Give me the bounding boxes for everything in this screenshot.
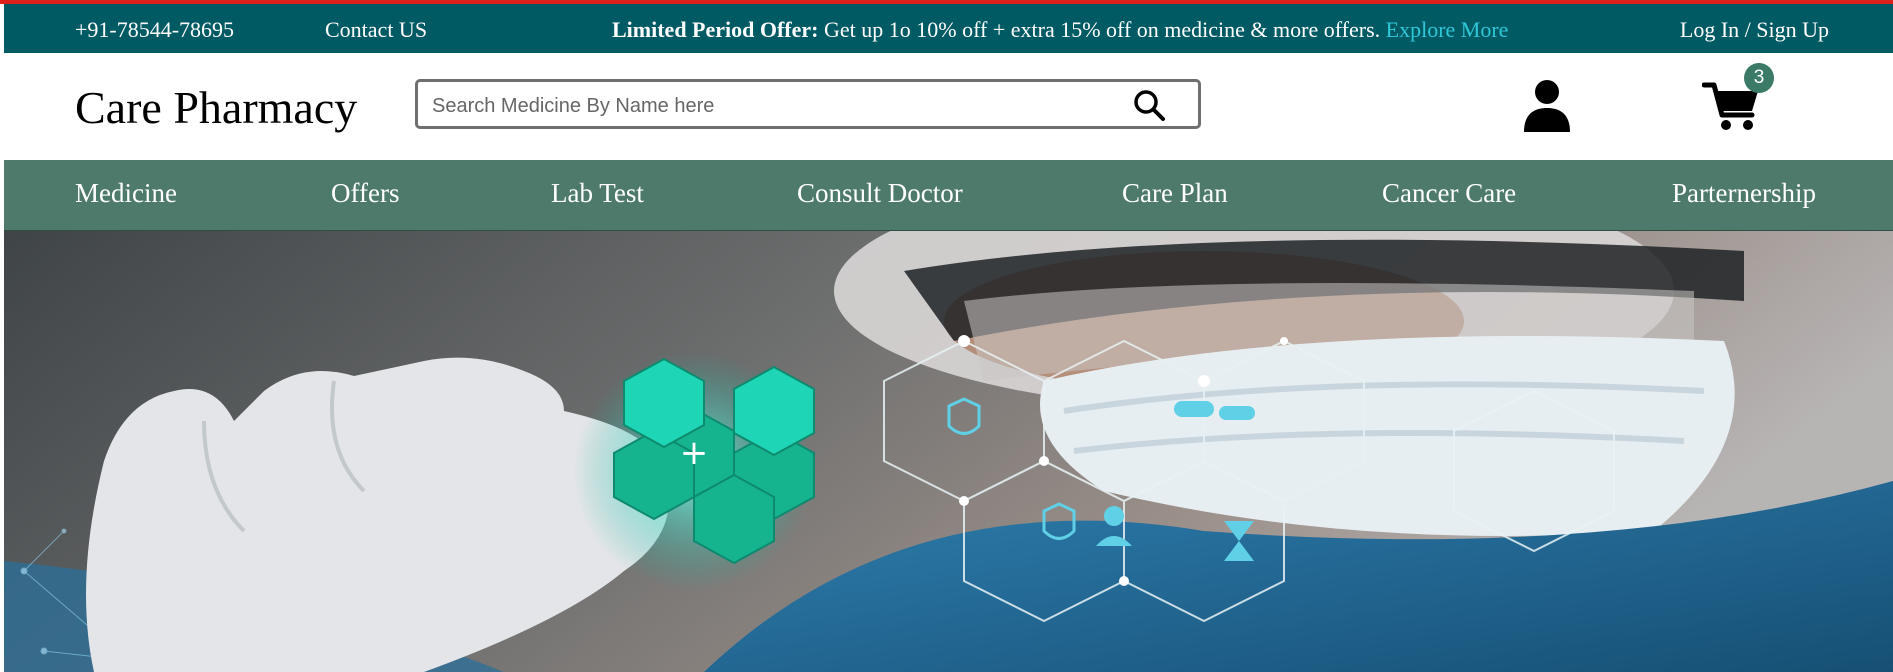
search-bar: [415, 79, 1201, 129]
hero-image: +: [4, 231, 1893, 672]
nav-item-offers[interactable]: Offers: [331, 178, 399, 209]
offer-text: Get up 1o 10% off + extra 15% off on med…: [818, 17, 1386, 42]
phone-number[interactable]: +91-78544-78695: [75, 17, 234, 43]
header: Care Pharmacy 3: [4, 53, 1893, 160]
offer-banner: Limited Period Offer: Get up 1o 10% off …: [612, 17, 1508, 43]
nav-item-partnership[interactable]: Parternership: [1672, 178, 1816, 209]
main-nav: Medicine Offers Lab Test Consult Doctor …: [4, 160, 1893, 231]
top-bar: +91-78544-78695 Contact US Limited Perio…: [4, 4, 1893, 53]
site-logo[interactable]: Care Pharmacy: [75, 81, 357, 134]
nav-item-lab-test[interactable]: Lab Test: [551, 178, 644, 209]
explore-more-link[interactable]: Explore More: [1386, 17, 1509, 42]
login-signup-link[interactable]: Log In / Sign Up: [1680, 17, 1829, 43]
nav-item-cancer-care[interactable]: Cancer Care: [1382, 178, 1516, 209]
hero-banner: +: [4, 231, 1893, 672]
user-icon[interactable]: [1522, 78, 1572, 132]
nav-item-consult-doctor[interactable]: Consult Doctor: [797, 178, 963, 209]
search-input[interactable]: [430, 91, 1114, 121]
contact-link[interactable]: Contact US: [325, 17, 427, 43]
offer-label: Limited Period Offer:: [612, 17, 819, 42]
search-icon[interactable]: [1132, 88, 1166, 122]
svg-text:+: +: [680, 433, 709, 473]
nav-item-medicine[interactable]: Medicine: [75, 178, 177, 209]
nav-item-care-plan[interactable]: Care Plan: [1122, 178, 1228, 209]
cart-count-badge: 3: [1744, 63, 1774, 93]
